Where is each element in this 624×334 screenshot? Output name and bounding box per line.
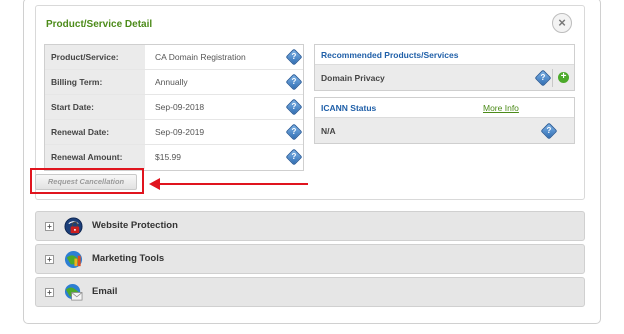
expand-icon[interactable]: + — [45, 288, 54, 297]
close-button[interactable]: × — [552, 13, 572, 33]
globe-chart-icon — [64, 250, 83, 269]
icann-value-row: N/A ? — [315, 117, 574, 143]
more-info-link[interactable]: More Info — [483, 103, 519, 113]
accordion-label: Website Protection — [92, 220, 178, 231]
help-icon[interactable]: ? — [285, 73, 303, 91]
detail-row-product: Product/Service: CA Domain Registration … — [45, 45, 303, 70]
recommended-item-row: Domain Privacy ? + — [315, 64, 574, 90]
detail-value: Annually — [155, 77, 188, 87]
recommended-header: Recommended Products/Services — [321, 50, 459, 60]
accordion-label: Marketing Tools — [92, 253, 165, 264]
help-icon[interactable]: ? — [285, 123, 303, 141]
icann-value: N/A — [321, 126, 336, 136]
detail-label: Renewal Date: — [45, 120, 145, 144]
detail-row-billing-term: Billing Term: Annually ? — [45, 70, 303, 95]
detail-row-start-date: Start Date: Sep-09-2018 ? — [45, 95, 303, 120]
detail-label: Billing Term: — [45, 70, 145, 94]
detail-label: Start Date: — [45, 95, 145, 119]
accordion-email[interactable]: + Email — [35, 277, 585, 307]
detail-value: CA Domain Registration — [155, 52, 246, 62]
globe-envelope-icon — [64, 283, 83, 301]
recommended-item-label: Domain Privacy — [321, 73, 385, 83]
recommended-products-box: Recommended Products/Services Domain Pri… — [314, 44, 575, 91]
icann-header: ICANN Status — [321, 103, 377, 113]
detail-row-renewal-amount: Renewal Amount: $15.99 ? — [45, 145, 303, 170]
detail-value: $15.99 — [155, 152, 181, 162]
request-cancellation-button[interactable]: Request Cancellation — [35, 174, 137, 190]
expand-icon[interactable]: + — [45, 222, 54, 231]
detail-label: Renewal Amount: — [45, 145, 145, 169]
help-icon[interactable]: ? — [534, 69, 552, 87]
detail-label: Product/Service: — [45, 45, 145, 69]
help-icon[interactable]: ? — [285, 148, 303, 166]
icann-status-box: ICANN Status More Info N/A ? — [314, 97, 575, 144]
details-table: Product/Service: CA Domain Registration … — [44, 44, 304, 171]
help-icon[interactable]: ? — [540, 122, 558, 140]
pointer-arrow — [158, 183, 308, 185]
shield-lock-icon — [64, 217, 83, 236]
accordion-website-protection[interactable]: + Website Protection — [35, 211, 585, 241]
accordion-label: Email — [92, 286, 118, 297]
help-icon[interactable]: ? — [285, 48, 303, 66]
panel-title: Product/Service Detail — [46, 19, 153, 30]
help-icon[interactable]: ? — [285, 98, 303, 116]
detail-row-renewal-date: Renewal Date: Sep-09-2019 ? — [45, 120, 303, 145]
detail-value: Sep-09-2018 — [155, 102, 205, 112]
expand-icon[interactable]: + — [45, 255, 54, 264]
detail-value: Sep-09-2019 — [155, 127, 205, 137]
divider — [552, 69, 553, 87]
add-icon[interactable]: + — [558, 72, 569, 83]
accordion-marketing-tools[interactable]: + Marketing Tools — [35, 244, 585, 274]
